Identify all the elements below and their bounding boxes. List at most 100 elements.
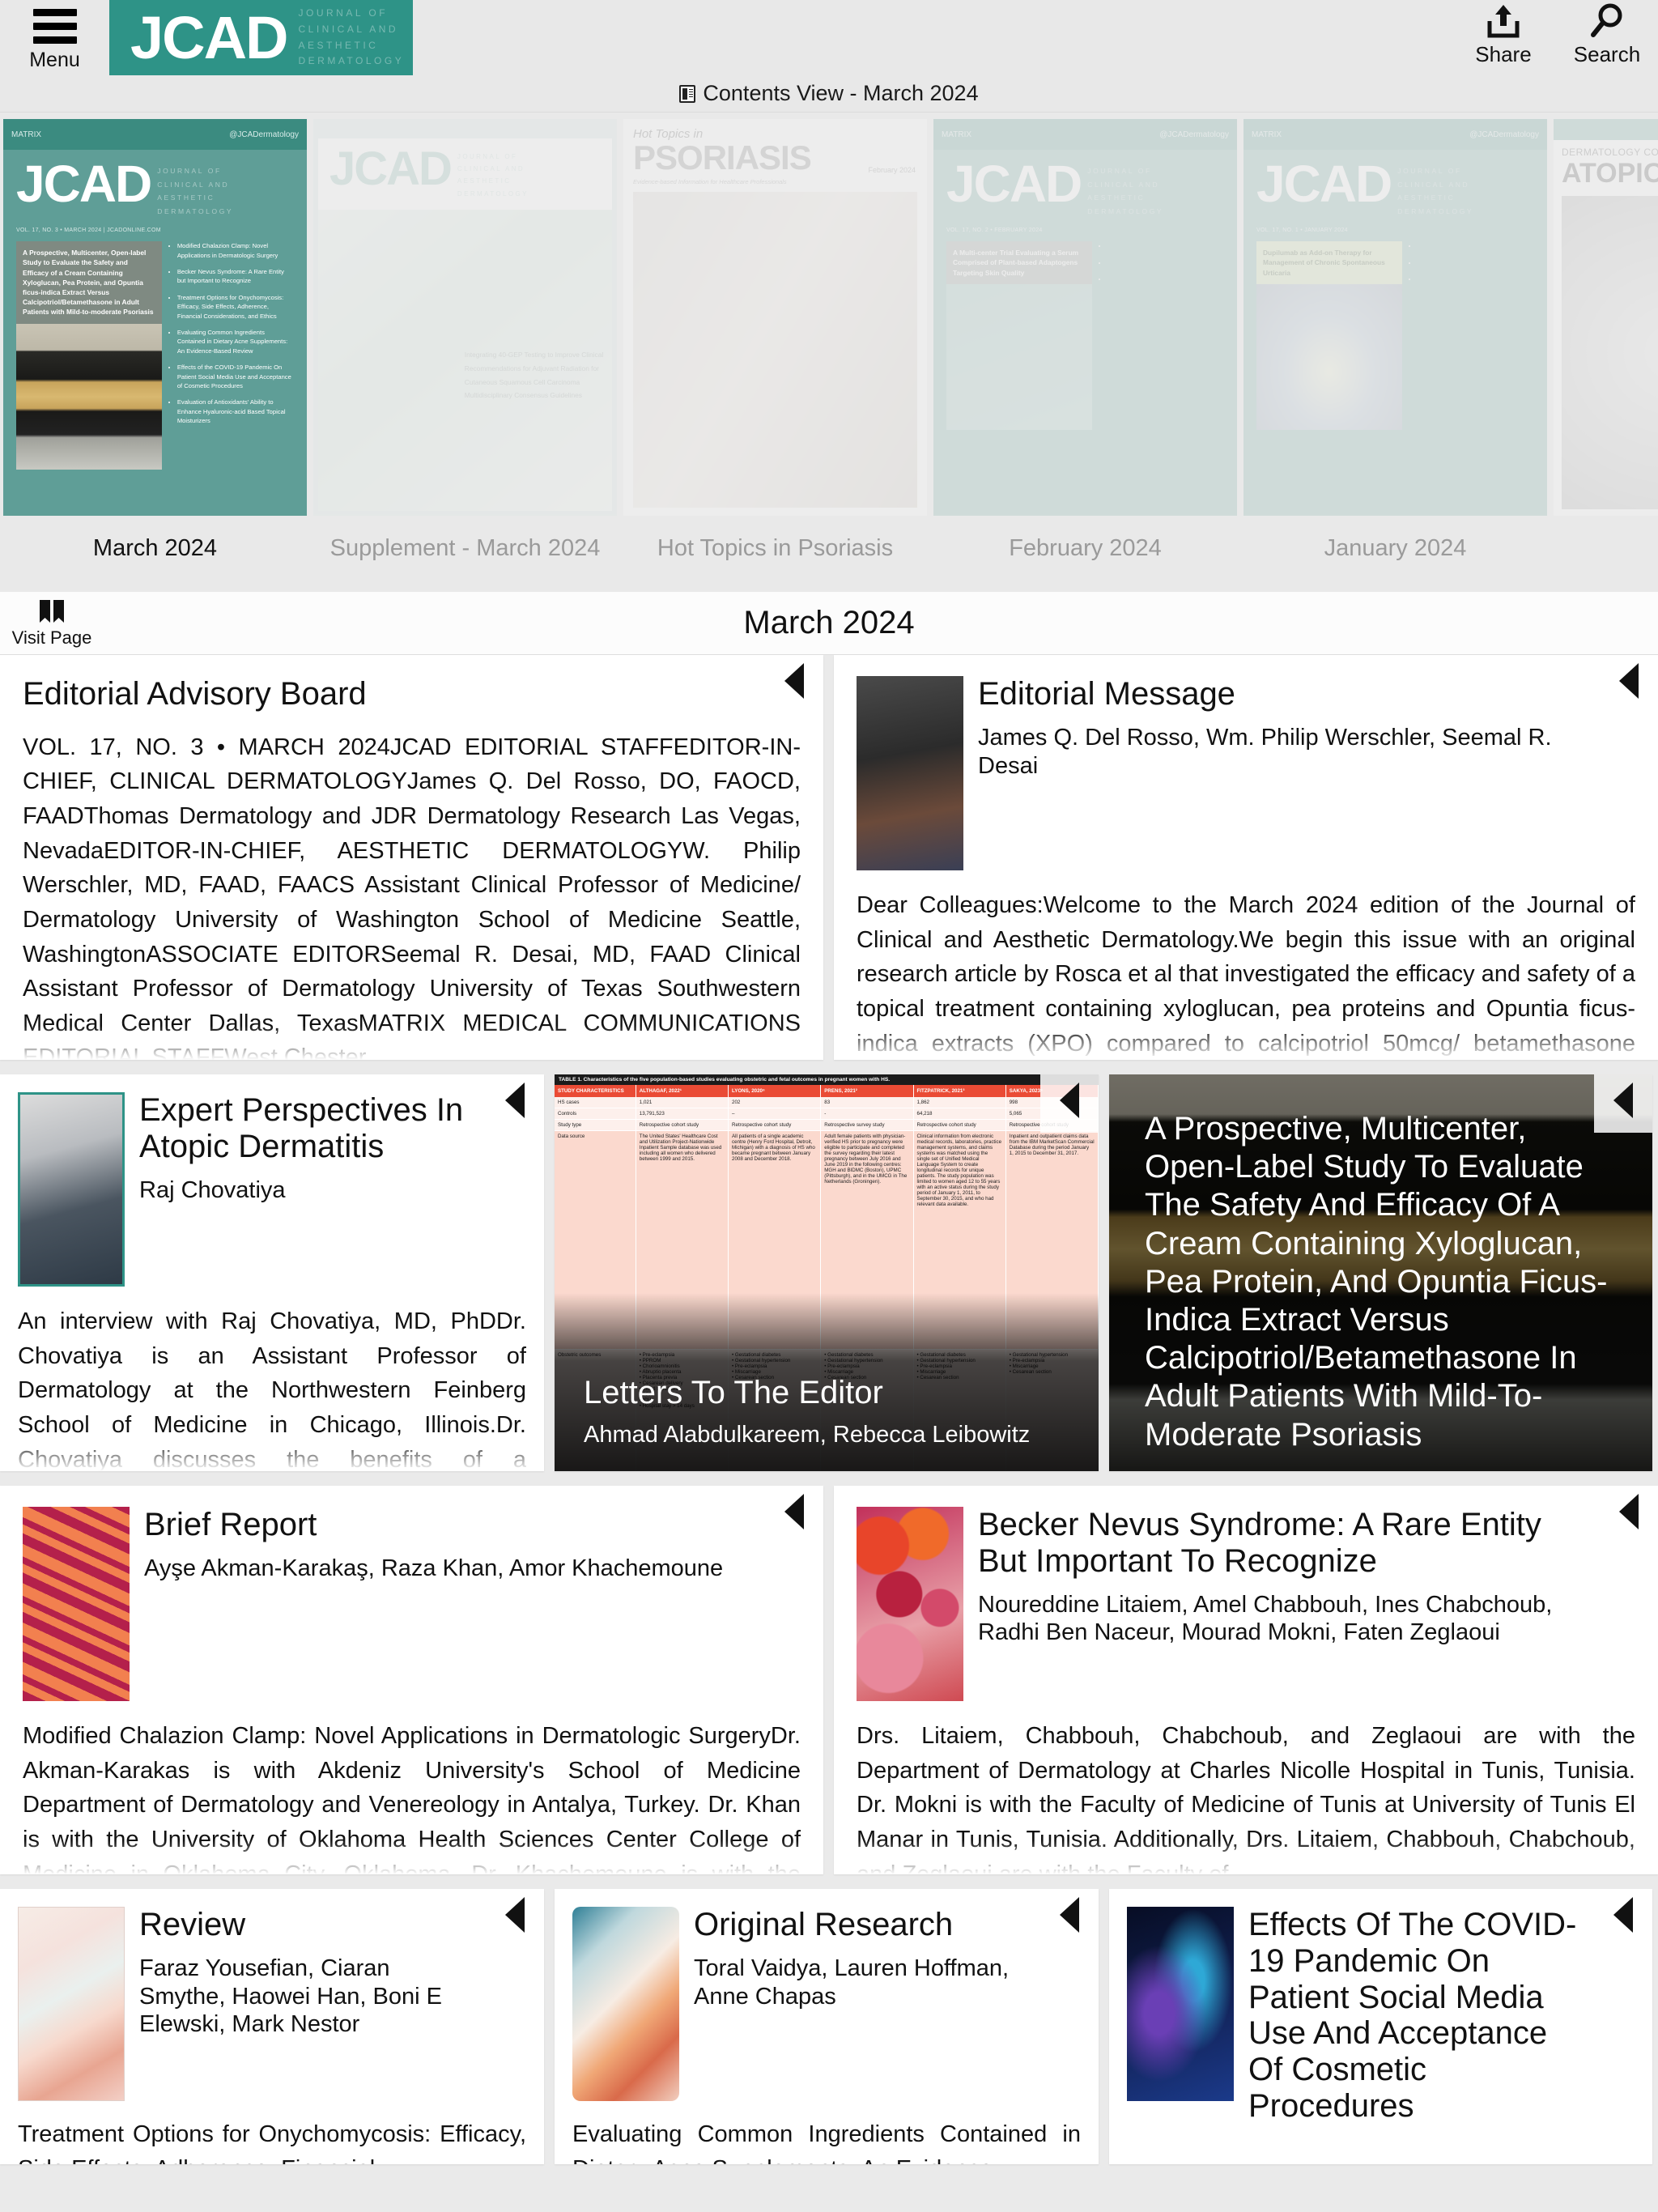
article-card-editorial-message[interactable]: Editorial Message James Q. Del Rosso, Wm… (834, 655, 1658, 1060)
page-title: March 2024 (743, 605, 915, 640)
jan-cover-logo: JCAD (1256, 155, 1392, 213)
carousel-label: January 2024 (1324, 535, 1467, 561)
article-row: Review Faraz Yousefian, Ciaran Smythe, H… (0, 1889, 1658, 2179)
cover-art-supplement: JCAD JOURNAL OF CLINICAL AND AESTHETIC DERM… (313, 119, 617, 516)
expand-button[interactable] (1600, 1486, 1658, 1544)
article-thumbnail (23, 1507, 130, 1701)
expand-button[interactable] (765, 655, 823, 713)
carousel-item-february-2024[interactable]: MATRIX @JCADermatology JCAD JOURNAL OF CLIN… (930, 113, 1240, 562)
carousel-item-hot-topics-psoriasis[interactable]: Hot Topics in PSORIASIS February 2024 Ev… (620, 113, 930, 562)
article-card-review[interactable]: Review Faraz Yousefian, Ciaran Smythe, H… (0, 1889, 544, 2164)
article-authors: Faraz Yousefian, Ciaran Smythe, Haowei H… (139, 1955, 442, 2038)
article-title: Original Research (694, 1907, 954, 1942)
article-card-expert-perspectives[interactable]: Expert Perspectives In Atopic Dermatitis… (0, 1074, 544, 1471)
article-title: Effects Of The COVID-19 Pandemic On Pati… (1248, 1907, 1577, 2124)
pso-subtitle: Evidence-based Information for Healthcar… (633, 178, 787, 185)
table-cell: 1,021 (636, 1097, 729, 1108)
text-fade (834, 1840, 1658, 1874)
article-title: Editorial Advisory Board (23, 676, 367, 712)
article-authors: James Q. Del Rosso, Wm. Philip Werschler… (978, 724, 1552, 779)
table-cell: 1,862 (914, 1097, 1006, 1108)
text-fade (0, 1840, 823, 1874)
table-row: Controls 13,791,523 – - 64,218 5,065 (555, 1108, 1099, 1120)
contents-view-bar[interactable]: Contents View - March 2024 (0, 75, 1658, 113)
table-cell: Controls (555, 1108, 636, 1119)
article-card-original-research[interactable]: Original Research Toral Vaidya, Lauren H… (555, 1889, 1099, 2164)
chevron-left-icon (784, 663, 804, 699)
table-header-cell: STUDY CHARACTERISTICS (555, 1085, 636, 1097)
article-body: Treatment Options for Onychomycosis: Eff… (18, 2121, 526, 2164)
issue-carousel[interactable]: MATRIX @JCADermatology JCAD JOURNAL OF CLI… (0, 113, 1658, 592)
cover-bullet: Modified Chalazion Clamp: Novel Applicat… (177, 241, 294, 260)
ato-eyebrow: DERMATOLOGY CO (1562, 147, 1658, 158)
article-card-letters-to-the-editor[interactable]: TABLE 1. Characteristics of the five pop… (555, 1074, 1099, 1471)
carousel-item-january-2024[interactable]: MATRIX @JCADermatology JCAD JOURNAL OF CLIN… (1240, 113, 1550, 562)
carousel-item-supplement-march-2024[interactable]: JCAD JOURNAL OF CLINICAL AND AESTHETIC DERM… (310, 113, 620, 562)
carousel-item-march-2024[interactable]: MATRIX @JCADermatology JCAD JOURNAL OF CLI… (0, 113, 310, 562)
cover-matrix-label: MATRIX (11, 130, 42, 139)
article-title: Review (139, 1907, 246, 1942)
article-row: Brief Report Ayşe Akman-Karakaş, Raza Kh… (0, 1486, 1658, 1889)
chevron-left-icon (1613, 1083, 1633, 1118)
carousel-item-supplement-atopic[interactable]: DERMATOLOGY CO ATOPIC Supplem (1550, 113, 1658, 562)
chevron-left-icon (1619, 663, 1639, 699)
cover-volume-line: VOL. 17, NO. 3 • MARCH 2024 | JCADONLINE… (16, 228, 161, 234)
text-fade (0, 1026, 823, 1060)
article-title: A Prospective, Multicenter, Open-Label S… (1145, 1111, 1608, 1453)
cover-art-atopic: DERMATOLOGY CO ATOPIC (1554, 119, 1658, 516)
table-header-row: STUDY CHARACTERISTICS ALTHAGAF, 2022¹ LY… (555, 1085, 1099, 1097)
menu-button[interactable]: Menu (0, 0, 109, 75)
table-header-cell: FITZPATRICK, 2021³ (914, 1085, 1006, 1097)
search-label: Search (1573, 42, 1641, 66)
top-bar-actions: Share Search (1467, 2, 1643, 67)
search-button[interactable]: Search (1571, 2, 1643, 67)
expand-button[interactable] (486, 1074, 544, 1133)
share-label: Share (1475, 42, 1532, 66)
supp-cover-text: Integrating 40-GEP Testing to Improve Cl… (464, 350, 604, 400)
cover-art-psoriasis: Hot Topics in PSORIASIS February 2024 Ev… (623, 119, 927, 516)
article-card-covid-19-social-media[interactable]: Effects Of The COVID-19 Pandemic On Pati… (1109, 1889, 1652, 2164)
article-title: Letters To The Editor (584, 1375, 883, 1410)
table-cell: - (821, 1108, 914, 1119)
visit-page-label: Visit Page (11, 627, 92, 648)
visit-page-button[interactable]: Visit Page (11, 598, 92, 649)
article-thumbnail (18, 1907, 125, 2101)
article-authors: Toral Vaidya, Lauren Hoffman, Anne Chapa… (694, 1955, 1010, 2010)
table-cell: Retrospective survey study (821, 1120, 914, 1130)
expand-button[interactable] (765, 1486, 823, 1544)
expand-button[interactable] (1594, 1889, 1652, 1947)
expand-button[interactable] (1040, 1889, 1099, 1947)
expand-button[interactable] (486, 1889, 544, 1947)
table-cell: Retrospective cohort study (914, 1120, 1006, 1130)
chevron-left-icon (1619, 1494, 1639, 1529)
jcad-logo[interactable]: JCAD JOURNAL OF CLINICAL AND AESTHETIC DERM… (109, 0, 413, 75)
article-card-becker-nevus-syndrome[interactable]: Becker Nevus Syndrome: A Rare Entity But… (834, 1486, 1658, 1874)
carousel-label: Supplement - March 2024 (329, 535, 601, 561)
chevron-left-icon (505, 1897, 525, 1933)
expand-button[interactable] (1040, 1074, 1099, 1133)
table-cell: HS cases (555, 1097, 636, 1108)
expand-button[interactable] (1594, 1074, 1652, 1133)
cover-handle: @JCADermatology (229, 130, 299, 139)
search-icon (1591, 3, 1622, 37)
article-thumbnail (857, 676, 963, 870)
cover-bullet: Becker Nevus Syndrome: A Rare Entity but… (177, 267, 294, 286)
chevron-left-icon (1613, 1897, 1633, 1933)
cover-bullet: Treatment Options for Onychomycosis: Eff… (177, 293, 294, 321)
pso-photo (633, 192, 917, 508)
article-card-editorial-advisory-board[interactable]: Editorial Advisory Board VOL. 17, NO. 3 … (0, 655, 823, 1060)
article-thumbnail (572, 1907, 679, 2101)
article-grid: Editorial Advisory Board VOL. 17, NO. 3 … (0, 655, 1658, 2179)
expand-button[interactable] (1600, 655, 1658, 713)
share-icon (1487, 5, 1520, 38)
cover-art-january-2024: MATRIX @JCADermatology JCAD JOURNAL OF CLIN… (1244, 119, 1547, 516)
article-card-brief-report[interactable]: Brief Report Ayşe Akman-Karakaş, Raza Kh… (0, 1486, 823, 1874)
jcad-wordmark: JCAD (130, 3, 288, 71)
hamburger-icon (32, 8, 77, 44)
table-cell: Study type (555, 1120, 636, 1130)
share-button[interactable]: Share (1467, 2, 1540, 67)
chevron-left-icon (505, 1083, 525, 1118)
table-header-cell: LYONS, 2020⁶ (729, 1085, 822, 1097)
article-card-prospective-multicenter-study[interactable]: A Prospective, Multicenter, Open-Label S… (1109, 1074, 1652, 1471)
feb-feature-title: A Multi-center Trial Evaluating a Serum … (946, 241, 1092, 284)
